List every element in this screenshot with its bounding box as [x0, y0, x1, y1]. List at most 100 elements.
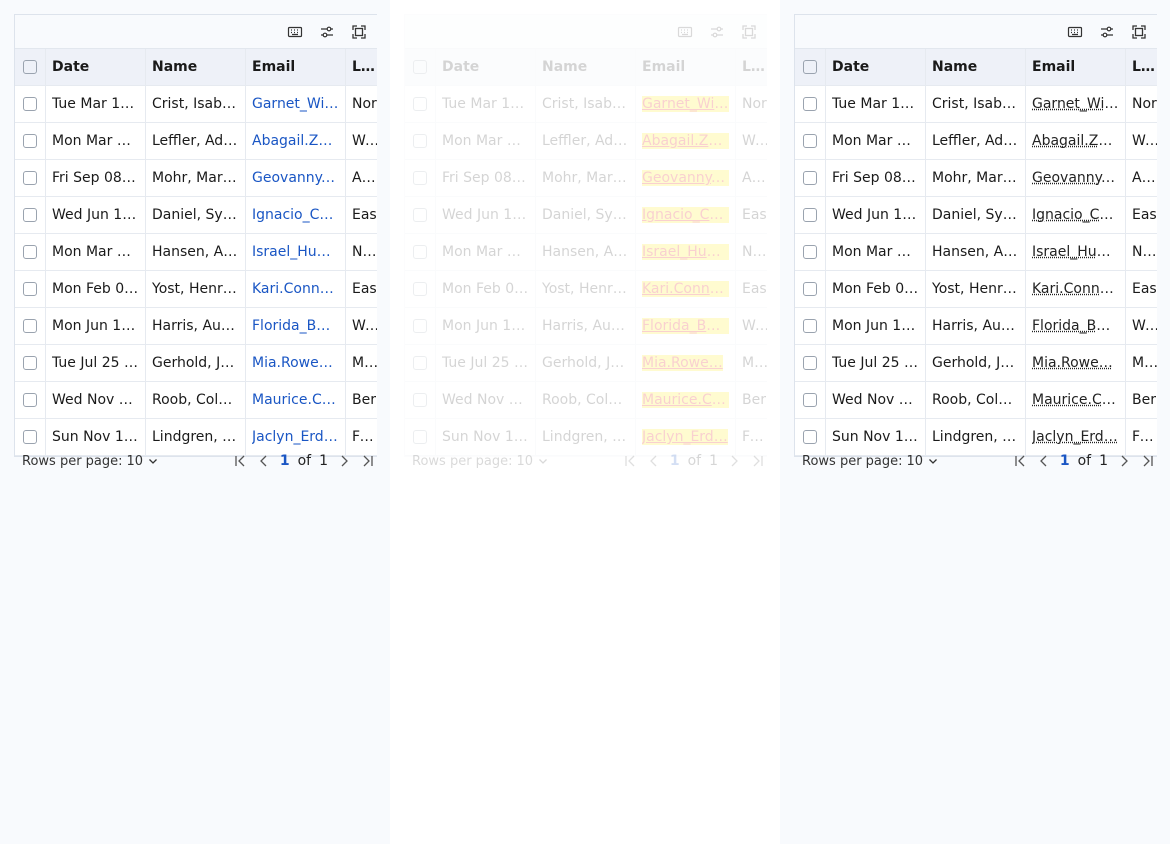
email-link[interactable]: Florida_Buc…: [1032, 318, 1119, 334]
row-checkbox[interactable]: [23, 134, 37, 148]
previous-page-icon[interactable]: [646, 453, 662, 469]
next-page-icon[interactable]: [726, 453, 742, 469]
table-row[interactable]: Mon Mar 0… Hansen, As… Israel_Huel… Nev: [405, 234, 767, 271]
row-checkbox[interactable]: [413, 430, 427, 444]
table-row[interactable]: Mon Mar 0… Hansen, As… Israel_Huel… Nev: [15, 234, 377, 271]
column-header-email[interactable]: Email: [636, 49, 736, 85]
column-header-date[interactable]: Date: [826, 49, 926, 85]
table-row[interactable]: Fri Sep 08 …Mohr, Maril… Geovanny.… Aniy: [795, 160, 1157, 197]
email-link[interactable]: Kari.Connel…: [642, 281, 729, 297]
table-row[interactable]: Mon Jun 1…Harris, Aus… Florida_Buc… Wes: [15, 308, 377, 345]
select-all-checkbox[interactable]: [413, 60, 427, 74]
last-page-icon[interactable]: [750, 453, 766, 469]
email-link[interactable]: Jaclyn_Erd…: [1032, 429, 1118, 445]
email-link[interactable]: Kari.Connel…: [1032, 281, 1119, 297]
previous-page-icon[interactable]: [256, 453, 272, 469]
keyboard-icon[interactable]: [285, 22, 305, 42]
table-row[interactable]: Mon Jun 1…Harris, Aus… Florida_Buc… Wes: [795, 308, 1157, 345]
current-page[interactable]: 1: [670, 453, 680, 469]
previous-page-icon[interactable]: [1036, 453, 1052, 469]
table-row[interactable]: Mon Jun 1…Harris, Aus… Florida_Buc… Wes: [405, 308, 767, 345]
table-row[interactable]: Mon Mar 0… Hansen, As… Israel_Huel… Nev: [795, 234, 1157, 271]
keyboard-icon[interactable]: [1065, 22, 1085, 42]
next-page-icon[interactable]: [336, 453, 352, 469]
row-checkbox[interactable]: [23, 245, 37, 259]
current-page[interactable]: 1: [1060, 453, 1070, 469]
table-row[interactable]: Tue Mar 1… Crist, Isabe… Garnet_Wie… Nor: [795, 86, 1157, 123]
row-checkbox[interactable]: [803, 134, 817, 148]
column-header-name[interactable]: Name: [926, 49, 1026, 85]
fullscreen-icon[interactable]: [1129, 22, 1149, 42]
table-row[interactable]: Mon Feb 0… Yost, Henri… Kari.Connel… Eas: [405, 271, 767, 308]
row-checkbox[interactable]: [803, 97, 817, 111]
first-page-icon[interactable]: [622, 453, 638, 469]
row-checkbox[interactable]: [413, 282, 427, 296]
fullscreen-icon[interactable]: [349, 22, 369, 42]
email-link[interactable]: Kari.Connel…: [252, 281, 339, 297]
email-link[interactable]: Mia.Rowe…: [252, 355, 333, 371]
rows-per-page-select[interactable]: Rows per page: 10: [802, 454, 939, 469]
row-checkbox[interactable]: [413, 97, 427, 111]
row-checkbox[interactable]: [23, 208, 37, 222]
row-checkbox[interactable]: [413, 208, 427, 222]
row-checkbox[interactable]: [23, 97, 37, 111]
filter-sliders-icon[interactable]: [1097, 22, 1117, 42]
row-checkbox[interactable]: [803, 319, 817, 333]
filter-sliders-icon[interactable]: [317, 22, 337, 42]
email-link[interactable]: Florida_Buc…: [642, 318, 729, 334]
email-link[interactable]: Israel_Huel…: [1032, 244, 1119, 260]
row-checkbox[interactable]: [803, 245, 817, 259]
table-row[interactable]: Mon Mar 2…Leffler, Ad… Abagail.Ze… Wes: [405, 123, 767, 160]
rows-per-page-select[interactable]: Rows per page: 10: [412, 454, 549, 469]
table-row[interactable]: Wed Nov 0… Roob, Colu… Maurice.Co… Ber: [405, 382, 767, 419]
email-link[interactable]: Mia.Rowe…: [1032, 355, 1113, 371]
row-checkbox[interactable]: [803, 282, 817, 296]
email-link[interactable]: Maurice.Co…: [642, 392, 729, 408]
email-link[interactable]: Ignacio_Ca…: [642, 207, 729, 223]
table-row[interactable]: Fri Sep 08 …Mohr, Maril… Geovanny.… Aniy: [15, 160, 377, 197]
table-row[interactable]: Fri Sep 08 …Mohr, Maril… Geovanny.… Aniy: [405, 160, 767, 197]
row-checkbox[interactable]: [803, 393, 817, 407]
email-link[interactable]: Ignacio_Ca…: [1032, 207, 1119, 223]
row-checkbox[interactable]: [23, 393, 37, 407]
first-page-icon[interactable]: [1012, 453, 1028, 469]
email-link[interactable]: Geovanny.…: [642, 170, 729, 186]
email-link[interactable]: Abagail.Ze…: [642, 133, 729, 149]
row-checkbox[interactable]: [413, 134, 427, 148]
email-link[interactable]: Maurice.Co…: [1032, 392, 1119, 408]
row-checkbox[interactable]: [413, 393, 427, 407]
table-row[interactable]: Tue Jul 25 … Gerhold, Je… Mia.Rowe… Mer: [405, 345, 767, 382]
column-header-date[interactable]: Date: [46, 49, 146, 85]
email-link[interactable]: Jaclyn_Erd…: [642, 429, 728, 445]
email-link[interactable]: Maurice.Co…: [252, 392, 339, 408]
table-row[interactable]: Wed Jun 1… Daniel, Syl… Ignacio_Ca… Eas: [405, 197, 767, 234]
email-link[interactable]: Florida_Buc…: [252, 318, 339, 334]
table-row[interactable]: Tue Mar 1… Crist, Isabe… Garnet_Wie… Nor: [15, 86, 377, 123]
row-checkbox[interactable]: [803, 430, 817, 444]
row-checkbox[interactable]: [413, 245, 427, 259]
email-link[interactable]: Garnet_Wie…: [252, 96, 339, 112]
column-header-email[interactable]: Email: [246, 49, 346, 85]
column-header-date[interactable]: Date: [436, 49, 536, 85]
row-checkbox[interactable]: [23, 319, 37, 333]
keyboard-icon[interactable]: [675, 22, 695, 42]
table-row[interactable]: Mon Mar 2…Leffler, Ad… Abagail.Ze… Wes: [15, 123, 377, 160]
row-checkbox[interactable]: [803, 208, 817, 222]
row-checkbox[interactable]: [413, 356, 427, 370]
email-link[interactable]: Abagail.Ze…: [252, 133, 339, 149]
row-checkbox[interactable]: [23, 356, 37, 370]
select-all-checkbox[interactable]: [23, 60, 37, 74]
row-checkbox[interactable]: [23, 430, 37, 444]
filter-sliders-icon[interactable]: [707, 22, 727, 42]
table-row[interactable]: Wed Nov 0… Roob, Colu… Maurice.Co… Ber: [795, 382, 1157, 419]
row-checkbox[interactable]: [413, 319, 427, 333]
rows-per-page-select[interactable]: Rows per page: 10: [22, 454, 159, 469]
row-checkbox[interactable]: [413, 171, 427, 185]
row-checkbox[interactable]: [23, 171, 37, 185]
email-link[interactable]: Geovanny.…: [1032, 170, 1119, 186]
table-row[interactable]: Mon Mar 2…Leffler, Ad… Abagail.Ze… Wes: [795, 123, 1157, 160]
select-all-checkbox[interactable]: [803, 60, 817, 74]
current-page[interactable]: 1: [280, 453, 290, 469]
last-page-icon[interactable]: [360, 453, 376, 469]
column-header-location[interactable]: Loc: [1126, 49, 1157, 85]
